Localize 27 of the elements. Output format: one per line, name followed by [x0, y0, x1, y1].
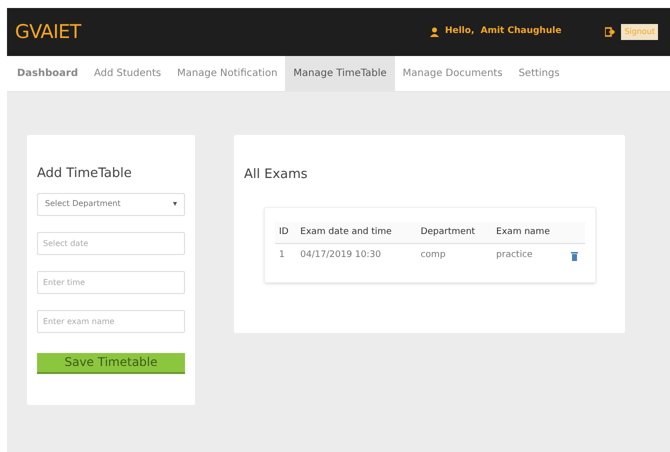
nav-tab[interactable]: Settings [510, 56, 568, 91]
user-icon [430, 27, 439, 37]
table-cell: comp [416, 244, 492, 268]
column-header: ID [275, 222, 296, 244]
delete-icon[interactable] [570, 250, 578, 261]
nav-tab[interactable]: Manage Documents [394, 56, 511, 91]
nav-tab[interactable]: Manage Notification [169, 56, 286, 91]
caret-icon [173, 202, 177, 206]
input-field[interactable]: Enter exam name [37, 310, 185, 332]
nav-tab[interactable]: Manage TimeTable [285, 56, 395, 91]
table-cell: 04/17/2019 10:30 [296, 244, 417, 268]
form-title: Add TimeTable [37, 165, 133, 183]
brand-logo: GVAIET [15, 20, 81, 45]
input-field[interactable]: Enter time [37, 270, 185, 294]
table-cell: 1 [275, 244, 296, 268]
department-select[interactable]: Select Department [37, 192, 185, 216]
save-button[interactable]: Save Timetable [37, 352, 185, 374]
column-header: Department [416, 222, 492, 244]
input-field[interactable]: Select date [37, 232, 185, 254]
nav-tab[interactable]: Add Students [86, 56, 170, 91]
column-header: Exam name [492, 222, 567, 244]
nav-tab[interactable]: Dashboard [9, 56, 86, 91]
user-greeting: Hello, Amit Chaughule [444, 25, 562, 38]
table-cell: practice [492, 244, 567, 268]
exams-title: All Exams [243, 166, 309, 184]
signout-icon [605, 27, 616, 37]
column-header: Exam date and time [296, 222, 417, 244]
